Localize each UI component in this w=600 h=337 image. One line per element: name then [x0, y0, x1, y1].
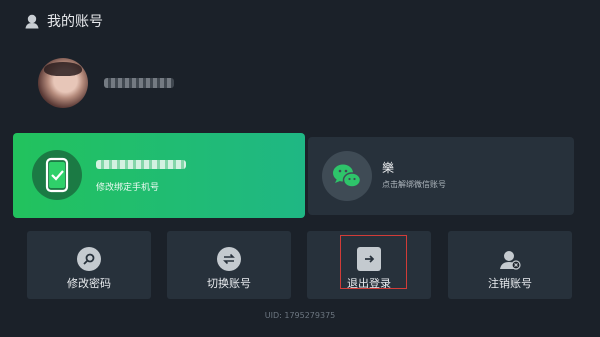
wechat-binding-card[interactable]: 樂 点击解绑微信账号 — [308, 137, 574, 215]
page-header: 我的账号 — [24, 10, 103, 32]
switch-account-button[interactable]: 切换账号 — [167, 231, 291, 299]
change-password-button[interactable]: 修改密码 — [27, 231, 151, 299]
logout-icon — [357, 247, 381, 271]
phone-icon-circle — [32, 150, 82, 200]
wechat-nickname: 樂 — [382, 161, 395, 175]
cancel-account-label: 注销账号 — [488, 277, 532, 290]
phone-binding-card[interactable]: 修改绑定手机号 — [13, 133, 305, 218]
avatar — [38, 58, 88, 108]
logout-label: 退出登录 — [347, 277, 391, 290]
cancel-account-icon — [498, 247, 522, 271]
phone-check-icon — [45, 157, 69, 193]
wechat-icon — [333, 164, 362, 188]
account-icon — [25, 14, 39, 29]
logout-button[interactable]: 退出登录 — [307, 231, 431, 299]
key-icon — [77, 247, 101, 271]
page-title: 我的账号 — [47, 14, 103, 30]
profile-section — [38, 58, 174, 108]
nickname-redacted — [104, 78, 174, 88]
switch-arrows-icon — [217, 247, 241, 271]
phone-card-subtitle: 修改绑定手机号 — [96, 183, 160, 193]
wechat-icon-circle — [322, 151, 372, 201]
wechat-card-subtitle: 点击解绑微信账号 — [382, 180, 446, 189]
switch-account-label: 切换账号 — [207, 277, 251, 290]
change-password-label: 修改密码 — [67, 277, 111, 290]
cancel-account-button[interactable]: 注销账号 — [448, 231, 572, 299]
uid-label: UID: 1795279375 — [264, 311, 336, 320]
phone-number-redacted — [96, 160, 186, 169]
